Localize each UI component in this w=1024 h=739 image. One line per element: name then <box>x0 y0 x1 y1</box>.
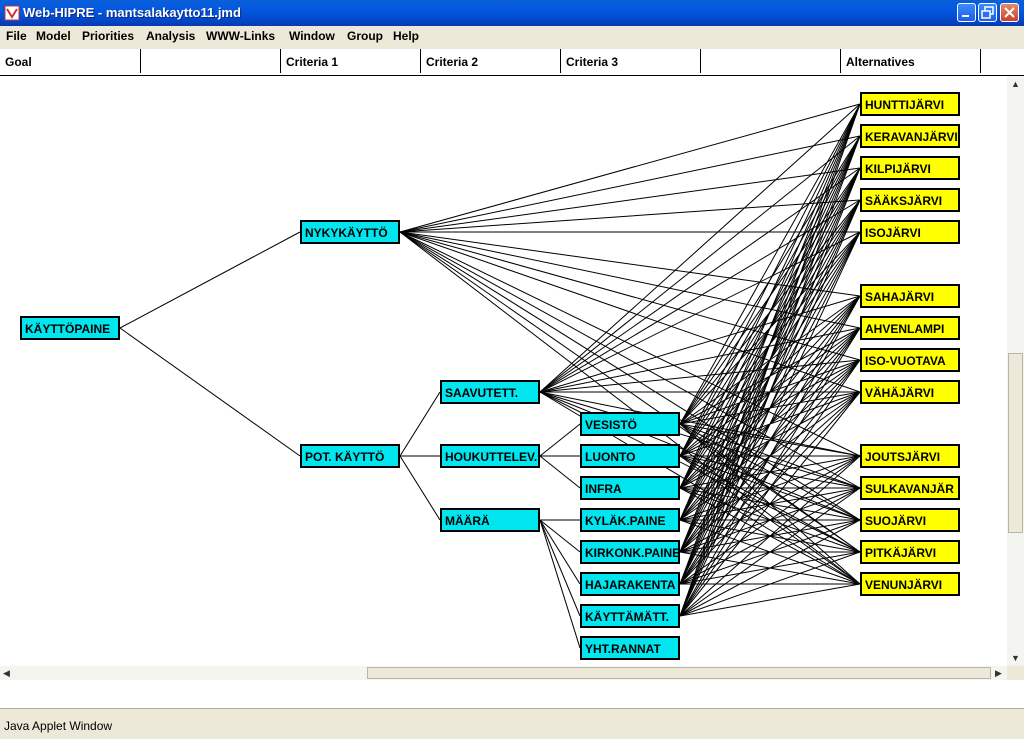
alternative-node-sulkavanjar[interactable]: SULKAVANJÄR <box>860 476 960 500</box>
alternative-node-pitkajarvi[interactable]: PITKÄJÄRVI <box>860 540 960 564</box>
criterion3-node-kirkonk-paine[interactable]: KIRKONK.PAINE <box>580 540 680 564</box>
criterion1-node-nykykaytto[interactable]: NYKYKÄYTTÖ <box>300 220 400 244</box>
alternative-node-hunttijarvi[interactable]: HUNTTIJÄRVI <box>860 92 960 116</box>
column-alternatives: Alternatives <box>841 49 981 73</box>
column-criteria-3: Criteria 3 <box>561 49 701 73</box>
menu-bar: File Model Priorities Analysis WWW-Links… <box>0 26 1024 46</box>
blank-panel <box>0 680 1024 708</box>
criterion3-node-hajarakenta[interactable]: HAJARAKENTA <box>580 572 680 596</box>
alternative-node-joutsjarvi[interactable]: JOUTSJÄRVI <box>860 444 960 468</box>
restore-button[interactable] <box>978 3 997 22</box>
criterion3-node-luonto[interactable]: LUONTO <box>580 444 680 468</box>
horizontal-scrollbar[interactable]: ◀ ▶ <box>0 666 1007 680</box>
menu-www-links[interactable]: WWW-Links <box>206 29 275 43</box>
criterion3-node-yht-rannat[interactable]: YHT.RANNAT <box>580 636 680 660</box>
alternative-node-venunjarvi[interactable]: VENUNJÄRVI <box>860 572 960 596</box>
criterion3-node-infra[interactable]: INFRA <box>580 476 680 500</box>
column-criteria-1: Criteria 1 <box>281 49 421 73</box>
menu-group[interactable]: Group <box>347 29 383 43</box>
alternative-node-ahvenlampi[interactable]: AHVENLAMPI <box>860 316 960 340</box>
scroll-down-icon[interactable]: ▼ <box>1011 652 1020 664</box>
criterion3-node-kylak-paine[interactable]: KYLÄK.PAINE <box>580 508 680 532</box>
alternative-node-vahajarvi[interactable]: VÄHÄJÄRVI <box>860 380 960 404</box>
alternative-node-sahajarvi[interactable]: SAHAJÄRVI <box>860 284 960 308</box>
minimize-button[interactable] <box>957 3 976 22</box>
alternative-node-iso-vuotava[interactable]: ISO-VUOTAVA <box>860 348 960 372</box>
column-empty-3 <box>981 49 1024 73</box>
menu-window[interactable]: Window <box>289 29 335 43</box>
menu-file[interactable]: File <box>6 29 27 43</box>
alternative-node-saaksjarvi[interactable]: SÄÄKSJÄRVI <box>860 188 960 212</box>
criterion3-node-kayttamatt[interactable]: KÄYTTÄMÄTT. <box>580 604 680 628</box>
minimize-icon <box>962 15 969 17</box>
connection-lines <box>119 103 861 649</box>
scroll-right-icon[interactable]: ▶ <box>995 667 1002 679</box>
window-title: Web-HIPRE - mantsalakaytto11.jmd <box>23 5 241 20</box>
status-text: Java Applet Window <box>4 719 113 733</box>
criterion1-node-pot-kaytto[interactable]: POT. KÄYTTÖ <box>300 444 400 468</box>
close-button[interactable] <box>1000 3 1019 22</box>
criterion3-node-vesisto[interactable]: VESISTÖ <box>580 412 680 436</box>
column-empty-1 <box>141 49 281 73</box>
scroll-left-icon[interactable]: ◀ <box>3 667 10 679</box>
column-goal: Goal <box>0 49 141 73</box>
menu-priorities[interactable]: Priorities <box>82 29 134 43</box>
vertical-scroll-thumb[interactable] <box>1008 353 1023 533</box>
alternative-node-suojarvi[interactable]: SUOJÄRVI <box>860 508 960 532</box>
menu-analysis[interactable]: Analysis <box>146 29 195 43</box>
menu-model[interactable]: Model <box>36 29 71 43</box>
hipre-app-icon[interactable] <box>4 5 20 21</box>
column-empty-2 <box>701 49 841 73</box>
model-canvas[interactable]: KÄYTTÖPAINE NYKYKÄYTTÖ POT. KÄYTTÖ SAAVU… <box>0 76 1007 666</box>
criterion2-node-maara[interactable]: MÄÄRÄ <box>440 508 540 532</box>
close-icon <box>1004 7 1015 18</box>
criterion2-node-saavutett[interactable]: SAAVUTETT. <box>440 380 540 404</box>
menu-help[interactable]: Help <box>393 29 419 43</box>
alternative-node-kilpijarvi[interactable]: KILPIJÄRVI <box>860 156 960 180</box>
column-header: Goal Criteria 1 Criteria 2 Criteria 3 Al… <box>0 49 1024 76</box>
goal-node[interactable]: KÄYTTÖPAINE <box>20 316 120 340</box>
status-bar: Java Applet Window <box>0 708 1024 739</box>
alternative-node-isojarvi[interactable]: ISOJÄRVI <box>860 220 960 244</box>
alternative-node-keravanjarvi[interactable]: KERAVANJÄRVI <box>860 124 960 148</box>
restore-icon <box>981 6 994 19</box>
column-criteria-2: Criteria 2 <box>421 49 561 73</box>
criterion2-node-houkuttelev[interactable]: HOUKUTTELEV. <box>440 444 540 468</box>
horizontal-scroll-thumb[interactable] <box>367 667 991 679</box>
title-bar[interactable]: Web-HIPRE - mantsalakaytto11.jmd <box>0 0 1024 26</box>
scroll-up-icon[interactable]: ▲ <box>1011 78 1020 90</box>
vertical-scrollbar[interactable]: ▲ ▼ <box>1007 76 1024 666</box>
